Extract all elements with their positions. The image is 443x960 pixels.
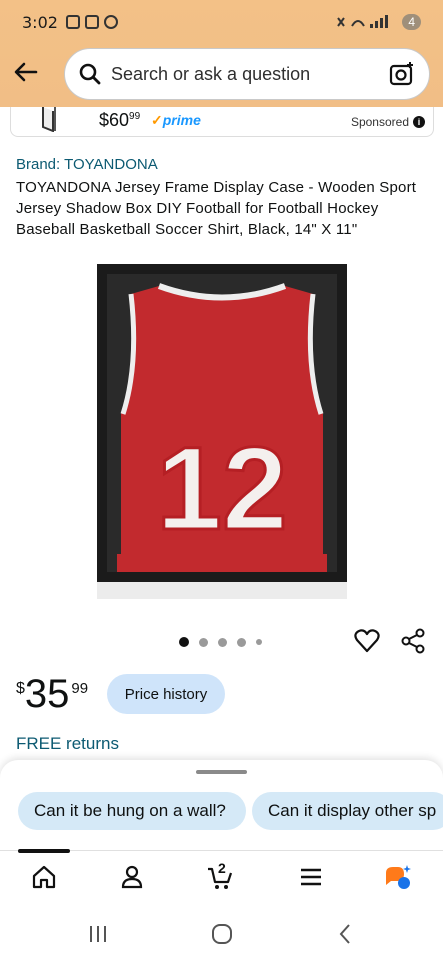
- jersey-number: 12: [156, 423, 287, 555]
- product-image[interactable]: 12: [97, 264, 347, 599]
- search-bar[interactable]: [64, 48, 430, 100]
- price-currency: $: [16, 680, 25, 697]
- home-button-icon[interactable]: [210, 922, 234, 946]
- brand-link[interactable]: Brand: TOYANDONA: [16, 156, 158, 173]
- sponsored-product-strip[interactable]: $6099 ✓prime Sponsored i: [10, 107, 434, 137]
- prime-check-icon: ✓: [151, 112, 163, 128]
- free-returns-link[interactable]: FREE returns: [16, 734, 119, 754]
- sponsored-price-fraction: 99: [129, 111, 141, 122]
- app-notification-icon: [103, 15, 118, 29]
- camera-lens-icon[interactable]: [389, 61, 415, 87]
- price-fraction: 99: [71, 680, 89, 697]
- image-carousel-dots[interactable]: [179, 637, 262, 647]
- sponsored-label[interactable]: Sponsored i: [351, 115, 425, 129]
- sponsored-price: $6099: [99, 110, 140, 131]
- product-title: TOYANDONA Jersey Frame Display Case - Wo…: [16, 179, 417, 238]
- sponsored-product-thumbnail: [42, 107, 56, 132]
- price-history-button[interactable]: Price history: [107, 674, 225, 714]
- battery-indicator: 4: [402, 14, 421, 30]
- carousel-dot[interactable]: [218, 637, 227, 647]
- prime-badge: ✓prime: [151, 112, 201, 129]
- sponsored-text: Sponsored: [350, 115, 409, 129]
- product-price: $ 35 99: [16, 674, 88, 714]
- question-suggestions-sheet: Can it be hung on a wall? Can it display…: [0, 760, 443, 850]
- suggestion-chip[interactable]: Can it display other sp: [252, 792, 443, 830]
- home-icon[interactable]: [30, 863, 58, 891]
- search-input[interactable]: [111, 63, 389, 85]
- carousel-dot[interactable]: [179, 637, 189, 647]
- bottom-nav: [0, 849, 443, 902]
- info-icon: i: [413, 116, 425, 128]
- carousel-dot[interactable]: [199, 637, 208, 647]
- nav-active-indicator: [18, 849, 70, 853]
- prime-label: prime: [162, 112, 201, 128]
- header-bar: 3:02 4: [0, 0, 443, 107]
- sponsored-price-whole: $60: [99, 110, 130, 130]
- recent-apps-icon[interactable]: [86, 922, 110, 946]
- system-navigation-bar: [0, 902, 443, 960]
- rufus-assistant-icon[interactable]: [384, 863, 412, 891]
- menu-icon[interactable]: [297, 863, 325, 891]
- system-indicators: 4: [336, 14, 421, 30]
- lock-icon: [84, 15, 99, 29]
- notification-icons: [65, 15, 118, 29]
- account-icon[interactable]: [118, 863, 146, 891]
- carousel-dot[interactable]: [256, 639, 262, 645]
- heart-icon[interactable]: [354, 628, 380, 654]
- suggestion-chip[interactable]: Can it be hung on a wall?: [18, 792, 246, 830]
- search-icon: [79, 63, 101, 85]
- sheet-drag-handle[interactable]: [196, 770, 247, 774]
- share-icon[interactable]: [400, 628, 426, 654]
- back-button-icon[interactable]: [334, 922, 358, 946]
- cart-count-badge: 2: [218, 860, 226, 876]
- status-time: 3:02: [22, 12, 58, 32]
- status-bar: 3:02 4: [0, 0, 443, 44]
- price-whole: 35: [24, 672, 70, 716]
- carousel-dot[interactable]: [237, 637, 246, 647]
- signal-icons: [337, 15, 389, 28]
- screenshot-icon: [65, 15, 80, 29]
- back-arrow-icon[interactable]: [12, 58, 40, 86]
